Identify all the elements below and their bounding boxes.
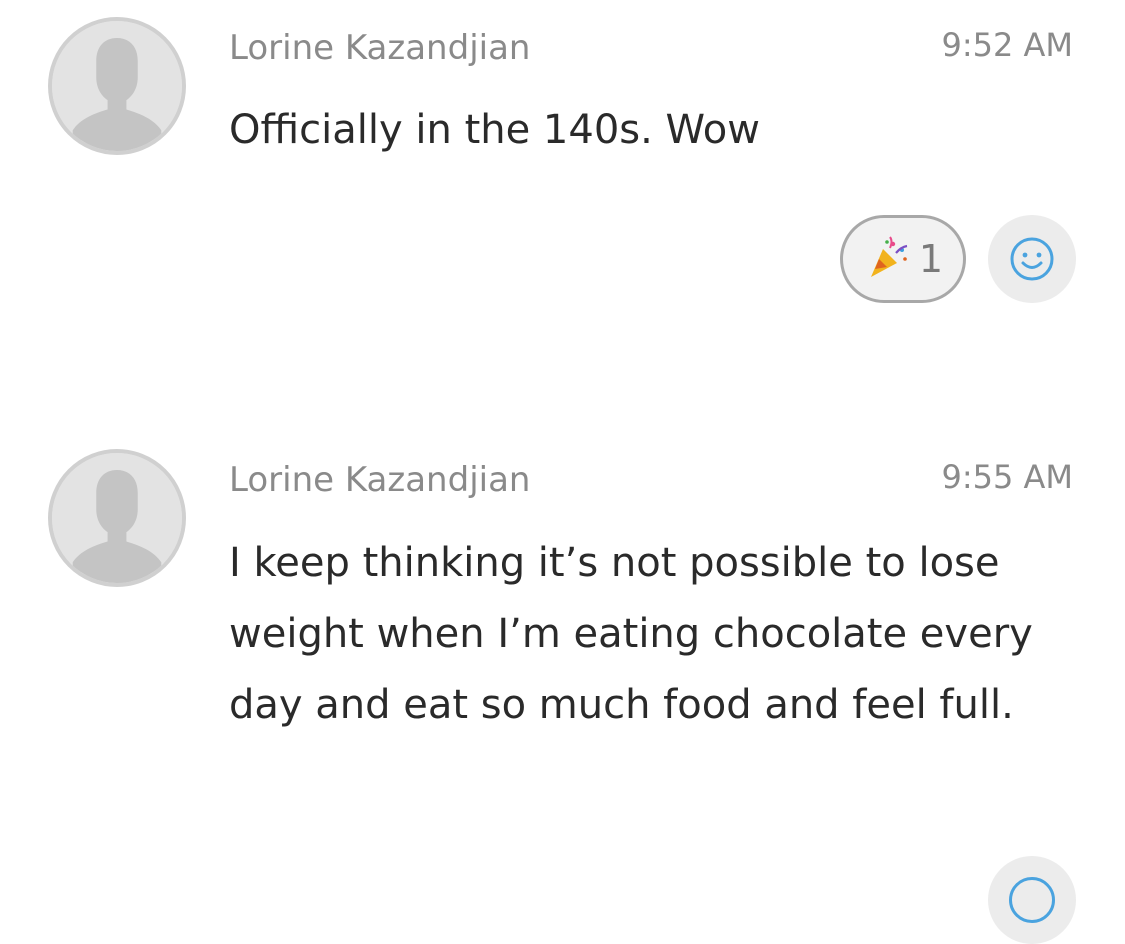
message-text: I keep thinking it’s not possible to los… bbox=[229, 540, 1033, 728]
avatar[interactable] bbox=[48, 449, 186, 587]
smiley-face-icon bbox=[1009, 877, 1055, 923]
party-popper-icon bbox=[870, 236, 908, 277]
add-reaction-button[interactable] bbox=[988, 856, 1076, 944]
message-item: Lorine Kazandjian 9:55 AM I keep thinkin… bbox=[0, 432, 1125, 878]
message-text: Officially in the 140s. Wow bbox=[229, 107, 760, 153]
message-timestamp: 9:55 AM bbox=[941, 458, 1073, 496]
sender-name: Lorine Kazandjian bbox=[229, 28, 531, 68]
message-item: Lorine Kazandjian 9:52 AM Officially in … bbox=[0, 0, 1125, 340]
avatar[interactable] bbox=[48, 17, 186, 155]
smiley-face-icon bbox=[1010, 237, 1054, 281]
sender-name: Lorine Kazandjian bbox=[229, 460, 531, 500]
user-silhouette-icon bbox=[52, 453, 182, 583]
reaction-button[interactable]: 1 bbox=[840, 215, 966, 303]
add-reaction-button[interactable] bbox=[988, 215, 1076, 303]
user-silhouette-icon bbox=[52, 21, 182, 151]
message-timestamp: 9:52 AM bbox=[941, 26, 1073, 64]
reaction-count: 1 bbox=[918, 237, 944, 281]
